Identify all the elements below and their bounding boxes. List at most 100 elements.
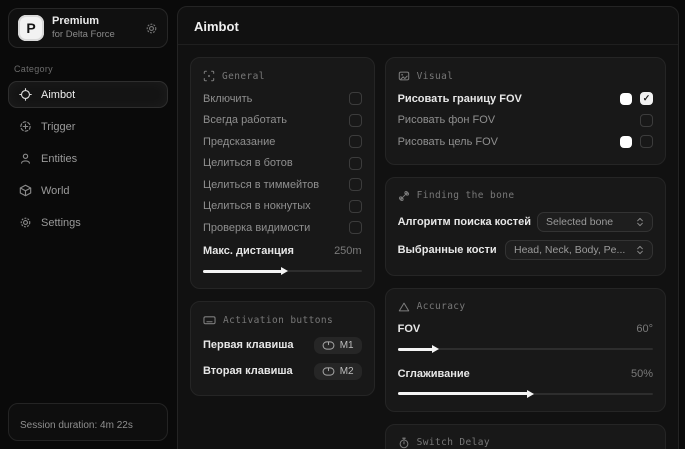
keyboard-icon: [203, 314, 216, 326]
category-label: Category: [14, 64, 162, 74]
setting-label: Предсказание: [203, 136, 275, 148]
accuracy-card: Accuracy FOV 60° Сглаживание 50%: [385, 288, 666, 412]
checkbox[interactable]: [349, 200, 362, 213]
max-distance-setting: Макс. дистанция 250m: [203, 241, 362, 278]
setting-row: Рисовать границу FOV: [398, 88, 653, 110]
sidebar-nav: Aimbot Trigger Entities: [0, 81, 176, 236]
finding-the-bone-card: Finding the bone Алгоритм поиска костей …: [385, 177, 666, 276]
product-card: P Premium for Delta Force: [8, 8, 168, 48]
sidebar-item-label: Trigger: [41, 121, 75, 133]
setting-row: Первая клавиша M1: [203, 332, 362, 358]
session-duration-card: Session duration: 4m 22s: [8, 403, 168, 441]
keybind-label: M1: [340, 340, 354, 351]
product-name: Premium: [52, 15, 115, 29]
sidebar-item-label: World: [41, 185, 70, 197]
setting-label: Всегда работать: [203, 114, 287, 126]
setting-row: Рисовать фон FOV: [398, 110, 653, 132]
smoothing-setting: Сглаживание 50%: [398, 363, 653, 400]
sidebar: P Premium for Delta Force Category Aimbo…: [0, 0, 176, 449]
setting-label: FOV: [398, 323, 421, 335]
keybind-button[interactable]: M1: [314, 337, 362, 354]
card-title-label: Finding the bone: [417, 190, 515, 201]
max-distance-slider[interactable]: [203, 265, 362, 277]
checkbox[interactable]: [349, 114, 362, 127]
product-subtitle: for Delta Force: [52, 29, 115, 41]
trigger-icon: [19, 120, 32, 133]
sidebar-item-world[interactable]: World: [8, 177, 168, 204]
setting-label: Рисовать границу FOV: [398, 93, 522, 105]
setting-label: Рисовать фон FOV: [398, 114, 496, 126]
bone-algorithm-select[interactable]: Selected bone: [537, 212, 653, 232]
card-title-label: Visual: [417, 71, 454, 82]
setting-label: Алгоритм поиска костей: [398, 216, 531, 228]
sidebar-item-trigger[interactable]: Trigger: [8, 113, 168, 140]
sidebar-item-label: Aimbot: [41, 89, 75, 101]
image-icon: [398, 70, 410, 82]
visual-card: Visual Рисовать границу FOV Рисовать фон…: [385, 57, 666, 165]
card-title-label: Activation buttons: [223, 315, 333, 326]
setting-label: Целиться в ботов: [203, 157, 293, 169]
bone-icon: [398, 190, 410, 202]
setting-row: Целиться в тиммейтов: [203, 174, 362, 196]
fov-setting: FOV 60°: [398, 319, 653, 356]
keybind-button[interactable]: M2: [314, 363, 362, 380]
checkbox[interactable]: [640, 135, 653, 148]
setting-row: Включить: [203, 88, 362, 110]
smoothing-slider[interactable]: [398, 388, 653, 400]
sidebar-item-settings[interactable]: Settings: [8, 209, 168, 236]
slider-value: 250m: [334, 245, 362, 257]
keybind-label: M2: [340, 366, 354, 377]
slider-thumb[interactable]: [281, 267, 288, 275]
setting-row: Алгоритм поиска костей Selected bone: [398, 208, 653, 236]
checkbox[interactable]: [349, 92, 362, 105]
checkbox[interactable]: [640, 114, 653, 127]
slider-thumb[interactable]: [527, 390, 534, 398]
setting-label: Первая клавиша: [203, 339, 294, 351]
setting-label: Сглаживание: [398, 368, 470, 380]
setting-label: Макс. дистанция: [203, 245, 294, 257]
setting-row: Рисовать цель FOV: [398, 131, 653, 153]
checkbox[interactable]: [349, 135, 362, 148]
crosshair-icon: [19, 88, 32, 101]
general-card: General Включить Всегда работать Предска…: [190, 57, 375, 289]
selected-bones-select[interactable]: Head, Neck, Body, Pe...: [505, 240, 653, 260]
main-panel: Aimbot General Включить: [177, 6, 679, 449]
card-title-label: Accuracy: [417, 301, 466, 312]
sidebar-item-label: Settings: [41, 217, 81, 229]
slider-value: 60°: [636, 323, 653, 335]
sidebar-item-aimbot[interactable]: Aimbot: [8, 81, 168, 108]
color-swatch[interactable]: [620, 93, 632, 105]
scan-icon: [203, 70, 215, 82]
select-value: Head, Neck, Body, Pe...: [514, 244, 625, 256]
setting-label: Вторая клавиша: [203, 365, 293, 377]
setting-row: Проверка видимости: [203, 217, 362, 239]
fov-slider[interactable]: [398, 343, 653, 355]
timer-icon: [398, 437, 410, 449]
checkbox[interactable]: [349, 221, 362, 234]
slider-thumb[interactable]: [432, 345, 439, 353]
unfold-icon: [636, 217, 644, 227]
switch-delay-card: Switch Delay Задержка переключения Задер…: [385, 424, 666, 449]
mouse-icon: [322, 367, 335, 376]
color-swatch[interactable]: [620, 136, 632, 148]
unfold-icon: [636, 245, 644, 255]
checkbox[interactable]: [640, 92, 653, 105]
setting-label: Проверка видимости: [203, 222, 310, 234]
page-title: Aimbot: [194, 19, 662, 34]
mouse-icon: [322, 341, 335, 350]
checkbox[interactable]: [349, 178, 362, 191]
setting-label: Выбранные кости: [398, 244, 499, 256]
setting-row: Всегда работать: [203, 110, 362, 132]
world-icon: [19, 184, 32, 197]
gear-icon: [19, 216, 32, 229]
activation-buttons-card: Activation buttons Первая клавиша M1: [190, 301, 375, 396]
gear-icon[interactable]: [145, 22, 158, 35]
card-title-label: General: [222, 71, 265, 82]
setting-label: Включить: [203, 93, 252, 105]
sidebar-item-entities[interactable]: Entities: [8, 145, 168, 172]
slider-value: 50%: [631, 368, 653, 380]
checkbox[interactable]: [349, 157, 362, 170]
logo: P: [18, 15, 44, 41]
select-value: Selected bone: [546, 216, 613, 228]
triangle-icon: [398, 301, 410, 313]
